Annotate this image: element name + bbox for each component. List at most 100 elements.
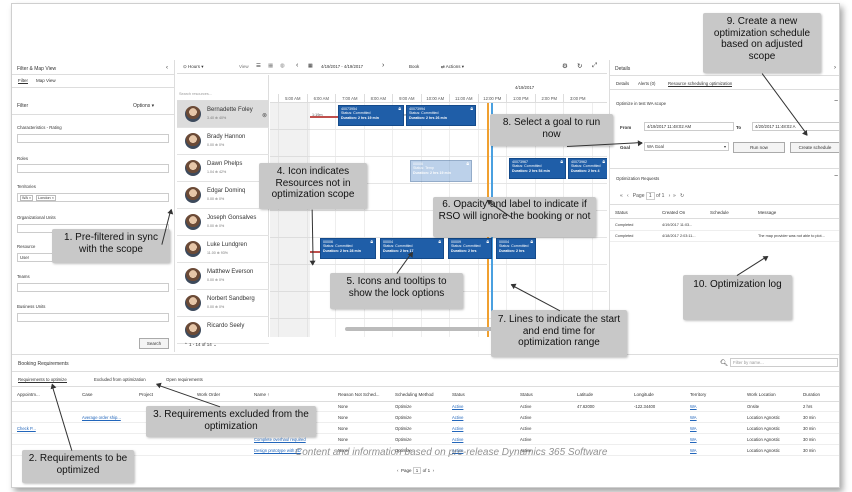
resource-row[interactable]: Ricardo Seely	[177, 317, 269, 344]
requirements-column-header[interactable]: Status	[452, 392, 465, 397]
requirement-cell[interactable]: Average order ship...	[82, 415, 121, 420]
req-next-page-icon[interactable]: ›	[433, 468, 435, 473]
book-button[interactable]: Book	[409, 64, 419, 69]
booking-block[interactable]: 40073994 Status: Committed Duration: 2 hrs…	[406, 105, 476, 126]
requirement-cell[interactable]: Check P...	[17, 426, 36, 431]
settings-gear-icon[interactable]: ⚙	[562, 62, 568, 70]
calendar-icon[interactable]: ▦	[308, 63, 313, 69]
tab-open-requirements[interactable]: Open requirements	[166, 377, 203, 382]
requests-refresh-icon[interactable]: ↻	[680, 193, 684, 199]
requirements-column-header[interactable]: Duration	[803, 392, 820, 397]
requirement-cell[interactable]: Active	[452, 426, 463, 431]
page-number[interactable]: 1	[645, 192, 655, 200]
request-row[interactable]: Completed 4/19/2017 11:03...	[610, 220, 839, 231]
req-prev-page-icon[interactable]: ‹	[397, 468, 399, 473]
requirements-filter-input[interactable]: Filter by name...	[730, 358, 838, 367]
requirement-cell[interactable]: Active	[452, 437, 463, 442]
territory-chip-wa[interactable]: WA ×	[20, 195, 34, 201]
booking-block[interactable]: 00004 Status: Committed Duration: 2 hrs 17…	[380, 238, 444, 259]
req-page-number[interactable]: 1	[412, 467, 422, 474]
bottom-search-icon[interactable]: 🔍︎	[720, 359, 728, 367]
next-page-icon[interactable]: ›	[669, 193, 671, 199]
requirement-cell[interactable]: Complete overhaul required	[254, 437, 306, 442]
resource-search-input[interactable]: Search resources...	[179, 92, 212, 96]
requirements-column-header[interactable]: Work Order	[197, 392, 220, 397]
lock-icon[interactable]: 🔒︎	[602, 159, 605, 165]
resource-row[interactable]: Luke Lundgren 11.00 ⊕ 93%	[177, 236, 269, 263]
requirement-cell[interactable]: WA	[690, 426, 697, 431]
requirements-column-header[interactable]: Reason Not Sched...	[338, 392, 380, 397]
requirements-column-header[interactable]: Scheduling Method	[395, 392, 434, 397]
requirement-cell[interactable]: WA	[690, 437, 697, 442]
tab-map-view[interactable]: Map View	[36, 78, 56, 83]
requirement-cell[interactable]: Active	[452, 415, 463, 420]
requirement-cell[interactable]: Active	[452, 404, 463, 409]
list-view-icon[interactable]: ☰	[256, 63, 261, 69]
requirements-column-header[interactable]: Name ↑	[254, 392, 270, 397]
search-button[interactable]: Search	[139, 338, 169, 349]
map-view-icon[interactable]: ◍	[280, 63, 285, 69]
lock-icon[interactable]: 🔒︎	[370, 239, 373, 245]
from-field[interactable]: 4/19/2017 11:48:02 AM	[644, 122, 734, 131]
requirements-column-header[interactable]: Latitude	[577, 392, 593, 397]
requests-column-header[interactable]: Created On	[662, 210, 685, 215]
resource-row[interactable]: Brady Hannon 0.00 ⊕ 0%	[177, 128, 269, 155]
requests-column-header[interactable]: Status	[615, 210, 628, 215]
lock-icon[interactable]: 🔒︎	[438, 239, 441, 245]
requests-collapse-icon[interactable]: −	[834, 173, 838, 180]
requirements-column-header[interactable]: Appointm...	[17, 392, 40, 397]
resource-row[interactable]: Bernadette Foley 3.40 ⊕ 40% ⊗	[177, 101, 269, 128]
requirement-row[interactable]: None Optimize Active Active 47.62000 -122.344…	[12, 401, 839, 412]
tab-alerts[interactable]: Alerts (0)	[638, 81, 655, 86]
teams-field[interactable]	[17, 283, 169, 292]
lock-icon[interactable]: 🔒︎	[466, 161, 469, 167]
requests-column-header[interactable]: Schedule	[710, 210, 729, 215]
characteristics-field[interactable]	[17, 134, 169, 143]
next-date-icon[interactable]: ›	[382, 62, 384, 69]
requirement-row[interactable]: Complete overhaul required None Optimize Ac…	[12, 434, 839, 445]
requirements-column-header[interactable]: Case	[82, 392, 93, 397]
not-in-scope-icon[interactable]: ⊗	[262, 112, 267, 119]
resource-row[interactable]: Joseph Gonsalves 0.00 ⊕ 0%	[177, 209, 269, 236]
booking-block[interactable]: 40073967 Status: Committed Duration: 2 hrs…	[509, 158, 566, 179]
run-now-button[interactable]: Run now	[733, 142, 785, 153]
tab-requirements-to-optimize[interactable]: Requirements to optimize	[18, 377, 67, 383]
booking-block[interactable]: 40073962 Status: Committed Duration: 2 hrs…	[568, 158, 607, 179]
territories-field[interactable]: WA × London ×	[17, 193, 169, 202]
date-range[interactable]: 4/19/2017 - 4/19/2017	[321, 64, 363, 69]
territory-chip-london[interactable]: London ×	[36, 195, 56, 201]
roles-field[interactable]	[17, 164, 169, 173]
resource-row[interactable]: Matthew Everson 0.00 ⊕ 0%	[177, 263, 269, 290]
options-dropdown[interactable]: Options ▾	[133, 103, 154, 109]
tab-excluded[interactable]: Excluded from optimization	[94, 377, 146, 382]
expand-icon[interactable]: ⤢	[592, 62, 597, 70]
prev-date-icon[interactable]: ‹	[296, 62, 298, 69]
request-row[interactable]: Completed 4/18/2017 2:03:11... The map pro…	[610, 231, 839, 242]
scope-collapse-icon[interactable]: −	[834, 98, 838, 105]
booking-block[interactable]: 00006 Status: Committed Duration: 2 hrs 28…	[320, 238, 376, 259]
collapse-left-icon[interactable]: ‹	[166, 65, 168, 71]
requirements-column-header[interactable]: Project	[139, 392, 153, 397]
requirements-column-header[interactable]: Longitude	[634, 392, 654, 397]
tab-rso[interactable]: Resource scheduling optimization	[668, 81, 733, 87]
requests-pager[interactable]: « ‹ Page 1 of 1 › » ↻	[620, 192, 684, 200]
lock-icon[interactable]: 🔒︎	[486, 239, 489, 245]
requirements-column-header[interactable]: Territory	[690, 392, 706, 397]
refresh-icon[interactable]: ↻	[577, 62, 582, 70]
business-units-field[interactable]	[17, 313, 169, 322]
last-page-icon[interactable]: »	[673, 193, 676, 199]
requests-column-header[interactable]: Message	[758, 210, 776, 215]
lock-icon[interactable]: 🔒︎	[530, 239, 533, 245]
tab-details[interactable]: Details	[616, 81, 629, 86]
booking-block[interactable]: 40073954 Status: Committed Duration: 2 hrs…	[338, 105, 404, 126]
booking-block[interactable]: 00009 Status: Committed Duration: 2 hrs 🔒︎	[448, 238, 492, 259]
requirements-column-header[interactable]: Work Location	[747, 392, 776, 397]
resource-row[interactable]: Norbert Sandberg 0.00 ⊕ 0%	[177, 290, 269, 317]
grid-view-icon[interactable]: ▦	[268, 63, 273, 69]
booking-block[interactable]: 00006 Status: Temp Duration: 2 hrs 19 min 🔒…	[410, 160, 472, 182]
resource-pager[interactable]: ⌃ 1 - 14 of 14 ⌄	[184, 342, 217, 348]
resource-row[interactable]: Dawn Phelps 1.04 ⊕ 42%	[177, 155, 269, 182]
resource-row[interactable]: Edgar Dominq 0.00 ⊕ 0%	[177, 182, 269, 209]
requirement-row[interactable]: Check P... None Optimize Active Active WA Loca…	[12, 423, 839, 434]
hours-dropdown[interactable]: ⊙ Hours ▾	[183, 64, 204, 70]
